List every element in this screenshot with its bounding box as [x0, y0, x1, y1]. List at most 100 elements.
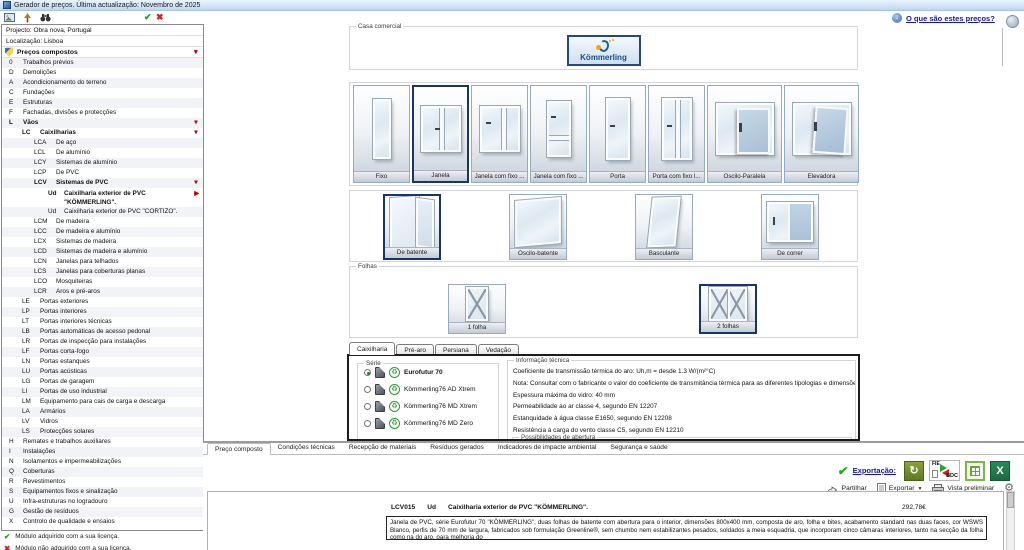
window-type-card[interactable]: Fixo — [353, 85, 410, 183]
tree-item[interactable]: LP Portas interiores — [2, 307, 203, 317]
tree-item[interactable]: LA Armários — [2, 407, 203, 417]
tree-item[interactable]: LF Portas corta-fogo — [2, 347, 203, 357]
tree-item[interactable]: LCO Mosquiteiras — [2, 277, 203, 287]
window-type-card[interactable]: Porta com fixo l... — [648, 85, 705, 183]
tree-item[interactable]: 0 Trabalhos prévios — [2, 58, 203, 68]
window-type-card[interactable]: Janela com fixo ... — [471, 85, 528, 183]
collapse-arrow-icon[interactable]: ▼ — [193, 49, 199, 56]
series-radio[interactable] — [364, 403, 371, 410]
excel-export-icon[interactable]: X — [990, 460, 1010, 481]
tree-item[interactable]: LS Protecções solares — [2, 427, 203, 437]
tree-item[interactable]: LCR Aros e pré-aros — [2, 287, 203, 297]
result-tab[interactable]: Segurança e saúde — [603, 442, 674, 454]
result-tab[interactable]: Condições técnicas — [271, 442, 342, 454]
series-radio[interactable] — [364, 420, 371, 427]
tree-item[interactable]: H Remates e trabalhos auxiliares — [2, 437, 203, 447]
window-type-card[interactable]: Janela — [412, 85, 469, 183]
opening-type-card[interactable]: De correr — [761, 194, 819, 260]
tree-item[interactable]: LCS Janelas para coberturas planas — [2, 267, 203, 277]
opening-type-card[interactable]: De batente — [383, 194, 441, 260]
tree-item-arrow-icon[interactable]: ▼ — [193, 118, 199, 128]
tree-item[interactable]: LCL De alumínio — [2, 148, 203, 158]
tree-item[interactable]: C Fundações — [2, 88, 203, 98]
tree-item[interactable]: N Isolamentos e impermeabilizações — [2, 457, 203, 467]
tree-item[interactable]: LC Caixilharias ▼ — [2, 128, 203, 138]
series-option-row[interactable]: ♻ Eurofutur 70 — [358, 364, 498, 381]
scrollbar-thumb[interactable] — [1007, 492, 1014, 508]
tree-item[interactable]: F Fachadas, divisões e protecções — [2, 108, 203, 118]
spreadsheet-export-icon[interactable] — [965, 460, 985, 481]
tree-item[interactable]: U Infra-estruturas no logradouro — [2, 497, 203, 507]
tree-item[interactable]: LCV Sistemas de PVC ▼ — [2, 178, 203, 188]
tree-item[interactable]: LE Portas exteriores — [2, 297, 203, 307]
tree-item[interactable]: LCY Sistemas de alumínio — [2, 158, 203, 168]
tree-item-arrow-icon[interactable]: ▼ — [193, 178, 199, 188]
tree-item[interactable]: I Instalações — [2, 447, 203, 457]
series-option-row[interactable]: ♻ Kömmerling76 AD Xtrem — [358, 381, 498, 398]
tree-root-precos-compostos[interactable]: Preços compostos ▼ — [2, 47, 203, 58]
tree-item[interactable]: A Acondicionamento do terreno — [2, 78, 203, 88]
tree-item[interactable]: LR Portas de inspecção para instalações — [2, 337, 203, 347]
result-tab[interactable]: Indicadores de impacte ambiental — [491, 442, 604, 454]
tree-item[interactable]: X Controlo de qualidade e ensaios — [2, 517, 203, 527]
tree-item[interactable]: LU Portas acústicas — [2, 367, 203, 377]
tree-item[interactable]: LCC De madeira e alumínio — [2, 227, 203, 237]
tree-item[interactable]: Ud Caixilharia exterior de PVC "KÖMMERLI… — [2, 188, 203, 207]
result-tab[interactable]: Preço composto — [207, 443, 271, 455]
brand-koemmerling-button[interactable]: Kömmerling — [566, 35, 641, 66]
tree-item[interactable]: R Revestimentos — [2, 477, 203, 487]
result-tab[interactable]: Resíduos gerados — [423, 442, 491, 454]
window-type-card[interactable]: Oscilo-Paralela — [707, 85, 782, 183]
tree-item[interactable]: LCM De madeira — [2, 217, 203, 227]
tree-item-label: Fundações — [23, 89, 55, 96]
tree-item[interactable]: L Vãos ▼ — [2, 118, 203, 128]
tree-item[interactable]: LV Vidros — [2, 417, 203, 427]
series-option-row[interactable]: ♻ Kömmerling76 MD Xtrem — [358, 398, 498, 415]
result-tab[interactable]: Recepção de materiais — [342, 442, 423, 454]
fiebdc-export-icon[interactable]: FIE BDC — [929, 460, 960, 481]
tree-item[interactable]: D Demolições — [2, 68, 203, 78]
accept-check-icon[interactable]: ✔ — [144, 11, 152, 24]
tree-item[interactable]: G Gestão de resíduos — [2, 507, 203, 517]
tree-item[interactable]: Q Coberturas — [2, 467, 203, 477]
series-radio[interactable] — [364, 386, 371, 393]
tree-item[interactable]: LCN Janelas para telhados — [2, 257, 203, 267]
export-link[interactable]: Exportação: — [853, 466, 896, 475]
tree-item[interactable]: Ud Caixilharia exterior de PVC "CORTIZO"… — [2, 207, 203, 217]
tree-item-arrow-icon[interactable]: ▶ — [194, 189, 199, 199]
slide-image-icon[interactable] — [3, 12, 15, 23]
series-radio[interactable] — [364, 369, 371, 376]
tree-item[interactable]: LB Portas automáticas de acesso pedonal — [2, 327, 203, 337]
vertical-scrollbar[interactable] — [1006, 491, 1015, 550]
window-type-card[interactable]: Elevadora — [784, 85, 859, 183]
globe-icon[interactable] — [1006, 15, 1019, 28]
tree-item[interactable]: LG Portas de garagem — [2, 377, 203, 387]
tree-item[interactable]: S Equipamentos fixos e sinalização — [2, 487, 203, 497]
close-x-icon[interactable]: ✖ — [156, 11, 164, 24]
tree-item[interactable]: E Estruturas — [2, 98, 203, 108]
tree-item[interactable]: LCD Sistemas de madeira e alumínio — [2, 247, 203, 257]
what-are-these-prices-link[interactable]: O que são estes preços? — [906, 14, 995, 23]
binoculars-search-icon[interactable] — [39, 12, 51, 23]
tree-item[interactable]: LM Equipamento para cais de carga e desc… — [2, 397, 203, 407]
window-type-card[interactable]: Janela com fixo ... — [530, 85, 587, 183]
window-type-image — [472, 86, 527, 171]
tree-item[interactable]: LCX Sistemas de madeira — [2, 237, 203, 247]
tree-item-arrow-icon[interactable]: ▼ — [193, 128, 199, 138]
series-label: Eurofutur 70 — [404, 369, 443, 376]
tree-icon[interactable] — [21, 12, 33, 23]
leaf-count-card[interactable]: 2 folhas — [699, 284, 757, 334]
generator-export-icon[interactable]: ↻ — [904, 460, 924, 481]
tree-item[interactable]: LT Portas interiores técnicas — [2, 317, 203, 327]
tree-item[interactable]: LCA De aço — [2, 138, 203, 148]
series-option-row[interactable]: ♻ Kömmerling76 MD Zero — [358, 415, 498, 432]
tree-item[interactable]: LCP De PVC — [2, 168, 203, 178]
window-type-card[interactable]: Porta — [589, 85, 646, 183]
item-description[interactable]: Janela de PVC, série Eurofutur 70 "KÖMME… — [386, 516, 987, 540]
tree-item[interactable]: LN Portas estanques — [2, 357, 203, 367]
leaf-count-card[interactable]: 1 folha — [448, 284, 506, 334]
opening-type-card[interactable]: Basculante — [635, 194, 693, 260]
component-tab[interactable]: Caixilharia — [349, 342, 396, 355]
opening-type-card[interactable]: Oscilo-batente — [509, 194, 567, 260]
tree-item[interactable]: LI Portas de uso industrial — [2, 387, 203, 397]
